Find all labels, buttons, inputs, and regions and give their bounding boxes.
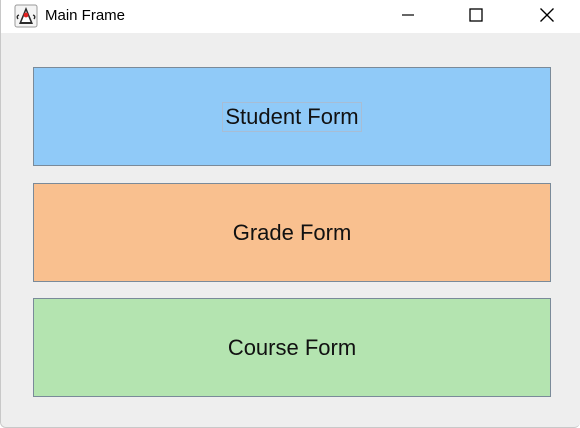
- student-form-button[interactable]: Student Form: [33, 67, 551, 166]
- title-bar[interactable]: Main Frame: [1, 0, 580, 33]
- minimize-icon: [401, 8, 415, 22]
- main-frame-window: Main Frame Student Form Grade Form Cours…: [0, 0, 580, 428]
- student-form-label: Student Form: [222, 101, 362, 132]
- course-form-button[interactable]: Course Form: [33, 298, 551, 397]
- course-form-label: Course Form: [227, 334, 357, 360]
- maximize-icon: [469, 8, 483, 22]
- window-title: Main Frame: [45, 7, 126, 24]
- grade-form-button[interactable]: Grade Form: [33, 183, 551, 282]
- java-duke-icon[interactable]: [14, 4, 38, 28]
- close-icon: [539, 7, 555, 23]
- close-button[interactable]: [524, 0, 570, 30]
- minimize-button[interactable]: [385, 0, 431, 30]
- maximize-button[interactable]: [453, 0, 499, 30]
- grade-form-label: Grade Form: [232, 219, 352, 245]
- content-pane: Student Form Grade Form Course Form: [1, 33, 580, 427]
